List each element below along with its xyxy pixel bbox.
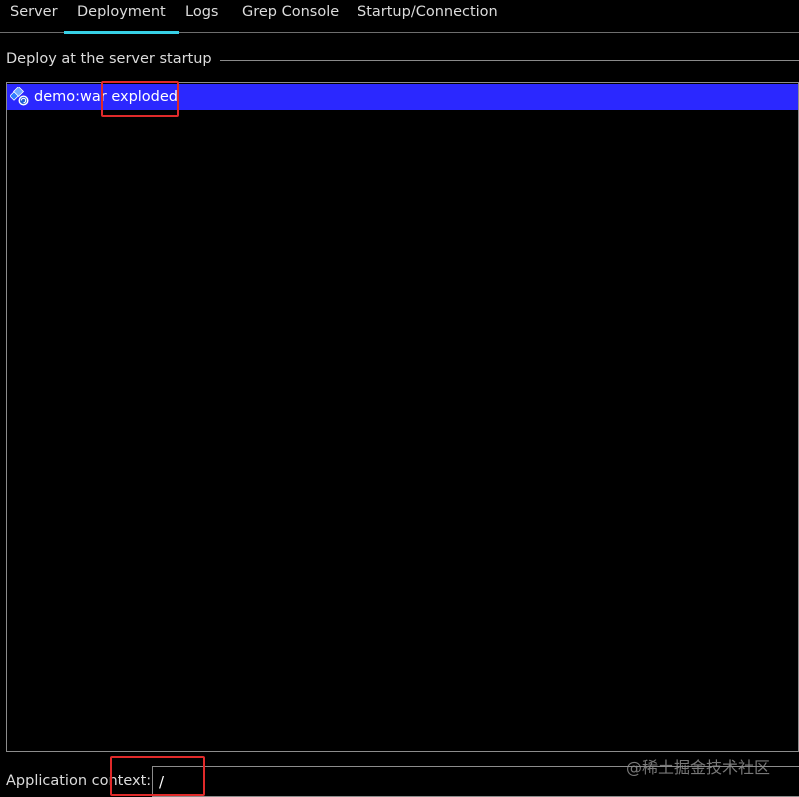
list-item-label: demo:war exploded xyxy=(34,89,179,105)
tab-startup-connection[interactable]: Startup/Connection xyxy=(357,4,498,33)
watermark: @稀土掘金技术社区 xyxy=(626,758,771,777)
deploy-section-title: Deploy at the server startup xyxy=(6,51,220,67)
artifact-war-icon xyxy=(10,87,29,106)
tab-server[interactable]: Server xyxy=(10,4,58,33)
group-separator xyxy=(196,60,799,61)
tab-deployment[interactable]: Deployment xyxy=(64,4,179,34)
application-context-value: / xyxy=(159,773,165,791)
list-item[interactable]: demo:war exploded xyxy=(7,84,798,110)
tab-logs[interactable]: Logs xyxy=(185,4,218,33)
tab-grep-console[interactable]: Grep Console xyxy=(242,4,339,33)
deployment-list[interactable]: demo:war exploded xyxy=(6,82,799,752)
tab-bar: Server Deployment Logs Grep Console Star… xyxy=(0,0,799,34)
deployment-config-panel: Server Deployment Logs Grep Console Star… xyxy=(0,0,799,797)
application-context-label: Application context: xyxy=(6,773,152,789)
